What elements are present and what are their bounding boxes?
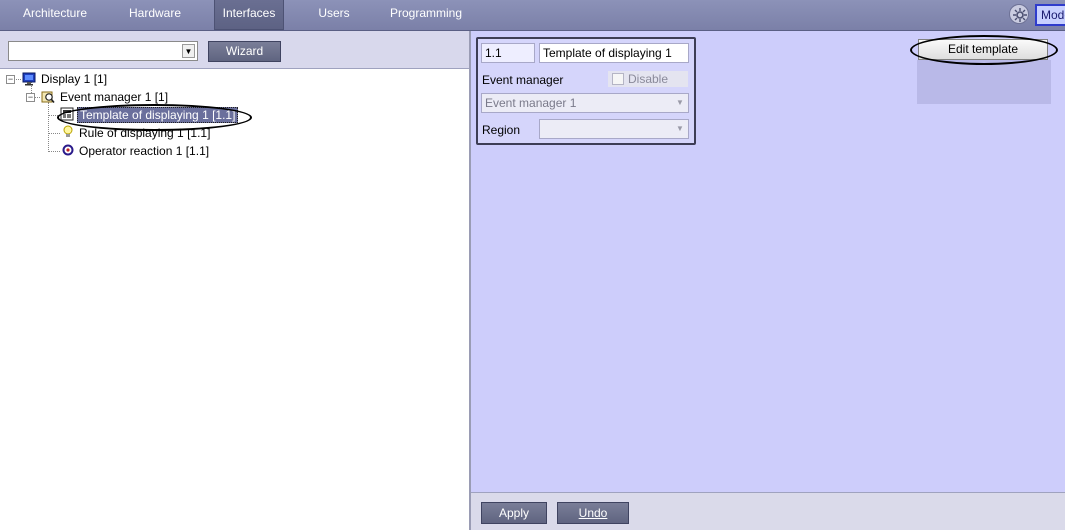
event-manager-label: Event manager [482, 73, 564, 87]
region-select[interactable]: ▼ [539, 119, 689, 139]
wizard-button[interactable]: Wizard [208, 41, 281, 62]
bottom-action-bar: Apply Undo [471, 492, 1065, 530]
mode-button[interactable]: Mode [1035, 4, 1065, 26]
disable-label: Disable [628, 72, 669, 86]
tree-item-label: Template of displaying 1 [1.1] [77, 107, 239, 123]
collapse-toggle[interactable]: − [6, 75, 15, 84]
tab-programming[interactable]: Programming [386, 0, 466, 30]
tree-item-template[interactable]: Template of displaying 1 [1.1] [77, 107, 239, 123]
event-manager-icon [41, 90, 55, 104]
gear-icon[interactable] [1009, 4, 1029, 24]
gear-icon-glyph [1013, 8, 1027, 22]
event-manager-select[interactable]: Event manager 1 ▼ [481, 93, 689, 113]
edit-template-button[interactable]: Edit template [918, 39, 1048, 60]
tab-interfaces[interactable]: Interfaces [214, 0, 284, 30]
tab-architecture[interactable]: Architecture [8, 0, 102, 30]
tree-connector [48, 133, 60, 134]
tree-item-operator-reaction[interactable]: Operator reaction 1 [1.1] [79, 143, 209, 159]
chevron-down-icon: ▼ [676, 98, 684, 107]
disable-checkbox-row[interactable]: Disable [608, 71, 688, 87]
object-id-field[interactable]: 1.1 [481, 43, 535, 63]
edit-template-area [917, 60, 1051, 104]
tree-connector [48, 102, 49, 152]
tree-connector [14, 79, 21, 80]
chevron-down-icon[interactable]: ▼ [182, 44, 195, 58]
template-properties-group: 1.1 Template of displaying 1 Event manag… [476, 37, 696, 145]
template-icon [60, 107, 74, 121]
event-manager-select-value: Event manager 1 [485, 96, 577, 110]
object-name-field[interactable]: Template of displaying 1 [539, 43, 689, 63]
tree-item-rule[interactable]: Rule of displaying 1 [1.1] [79, 125, 210, 141]
tab-users[interactable]: Users [300, 0, 368, 30]
tree-item-label: Rule of displaying 1 [1.1] [79, 126, 211, 140]
properties-panel: 1.1 Template of displaying 1 Event manag… [471, 31, 1065, 492]
tree-item-event-manager[interactable]: Event manager 1 [1] [60, 89, 168, 105]
operator-reaction-icon [61, 143, 75, 157]
tree-connector [48, 151, 60, 152]
tree-toolbar: ▼ Wizard [0, 31, 470, 69]
tree-item-display[interactable]: Display 1 [1] [41, 71, 107, 87]
lightbulb-icon [61, 125, 75, 139]
disable-checkbox[interactable] [612, 73, 624, 85]
tab-hardware[interactable]: Hardware [110, 0, 200, 30]
monitor-icon [22, 72, 36, 86]
region-label: Region [482, 123, 521, 137]
tree-item-label: Operator reaction 1 [1.1] [79, 144, 210, 158]
apply-button[interactable]: Apply [481, 502, 547, 524]
collapse-toggle[interactable]: − [26, 93, 35, 102]
object-type-select[interactable]: ▼ [8, 41, 198, 61]
object-tree-panel: ▼ Wizard − Display 1 [1] − Event manager… [0, 31, 470, 530]
tree-connector [48, 115, 58, 116]
tree-item-label: Display 1 [1] [41, 72, 108, 86]
undo-button[interactable]: Undo [557, 502, 629, 524]
tree-item-label: Event manager 1 [1] [60, 90, 169, 104]
chevron-down-icon: ▼ [676, 124, 684, 133]
top-tab-bar: Architecture Hardware Interfaces Users P… [0, 0, 1065, 31]
